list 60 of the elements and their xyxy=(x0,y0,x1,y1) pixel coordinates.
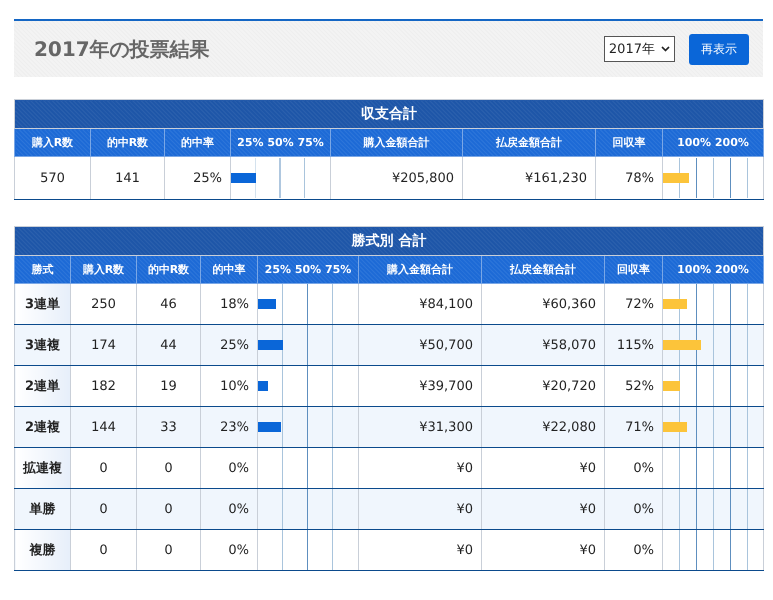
bet-type-cell: 2連単 xyxy=(14,366,70,406)
column-header: 的中率 xyxy=(200,256,258,284)
column-header: 回収率 xyxy=(596,128,662,156)
table-cell: ¥161,230 xyxy=(462,156,596,200)
column-header: 回収率 xyxy=(604,256,662,284)
table-cell: 174 xyxy=(70,324,136,366)
table-cell: 141 xyxy=(90,156,164,200)
bet-type-cell: 3連複 xyxy=(14,324,70,366)
table-cell: 0 xyxy=(136,488,200,530)
table-cell: 144 xyxy=(70,406,136,448)
column-header: 的中R数 xyxy=(136,256,200,284)
column-header: 購入R数 xyxy=(14,128,90,156)
table-cell: 71% xyxy=(604,406,662,448)
table-cell: ¥22,080 xyxy=(482,406,604,448)
table-title: 収支合計 xyxy=(14,100,764,128)
table-cell: 25% xyxy=(200,324,258,366)
table-cell: ¥0 xyxy=(482,488,604,530)
column-header: 購入R数 xyxy=(70,256,136,284)
table-cell: 25% xyxy=(164,156,230,200)
table-cell: ¥31,300 xyxy=(358,406,482,448)
table-cell: 44 xyxy=(136,324,200,366)
column-header: 勝式 xyxy=(14,256,70,284)
column-header: 25% 50% 75% xyxy=(230,128,330,156)
table-cell: 0% xyxy=(604,488,662,530)
bet-type-cell: 単勝 xyxy=(14,488,70,530)
table-cell: 23% xyxy=(200,406,258,448)
year-select[interactable]: 2017年 xyxy=(604,36,675,62)
column-header: 的中R数 xyxy=(90,128,164,156)
table-cell: ¥0 xyxy=(358,530,482,570)
column-header: 的中率 xyxy=(164,128,230,156)
bet-type-cell: 2連複 xyxy=(14,406,70,448)
table-cell: 115% xyxy=(604,324,662,366)
table-title: 勝式別 合計 xyxy=(14,226,764,256)
page-title: 2017年の投票結果 xyxy=(34,36,211,62)
table-cell: ¥205,800 xyxy=(330,156,462,200)
column-header: 購入金額合計 xyxy=(330,128,462,156)
table-cell: ¥0 xyxy=(358,488,482,530)
table-cell: 570 xyxy=(14,156,90,200)
bet-type-cell: 複勝 xyxy=(14,530,70,570)
table-cell: 0 xyxy=(136,530,200,570)
table-cell: ¥0 xyxy=(482,530,604,570)
column-header: 購入金額合計 xyxy=(358,256,482,284)
table-cell: 0% xyxy=(200,488,258,530)
column-header: 払戻金額合計 xyxy=(482,256,604,284)
table-cell: 0% xyxy=(200,530,258,570)
column-header: 払戻金額合計 xyxy=(462,128,596,156)
table-cell: ¥58,070 xyxy=(482,324,604,366)
column-header: 100% 200% xyxy=(662,256,764,284)
chevron-down-icon xyxy=(661,46,670,52)
column-header: 25% 50% 75% xyxy=(258,256,358,284)
table-cell: 78% xyxy=(596,156,662,200)
column-header: 100% 200% xyxy=(662,128,764,156)
table-cell: 0 xyxy=(70,488,136,530)
refresh-button[interactable]: 再表示 xyxy=(689,34,749,64)
table-cell: ¥50,700 xyxy=(358,324,482,366)
table-cell: 33 xyxy=(136,406,200,448)
table-cell: 0% xyxy=(604,530,662,570)
table-cell: 0 xyxy=(70,530,136,570)
bet-type-cell: 拡連複 xyxy=(14,448,70,488)
bet-type-cell: 3連単 xyxy=(14,284,70,324)
